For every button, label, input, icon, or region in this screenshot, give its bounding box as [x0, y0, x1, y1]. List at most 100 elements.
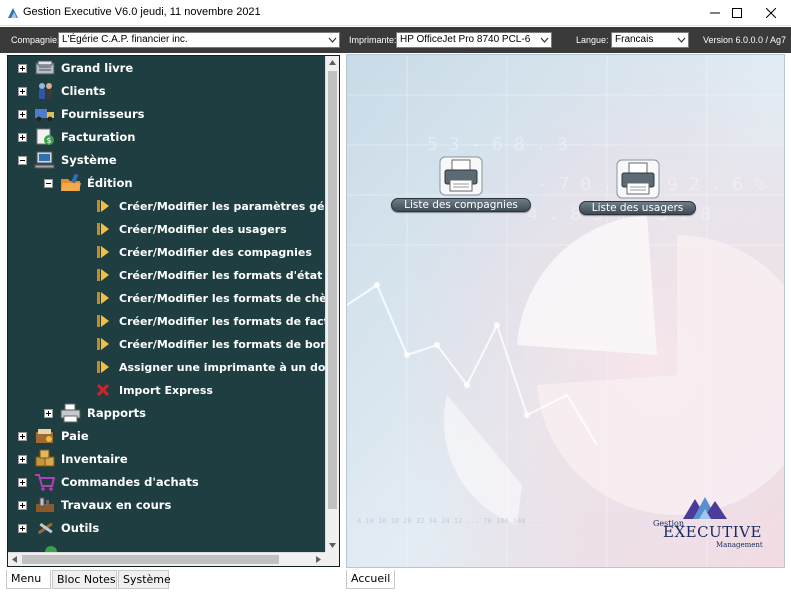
- mountain-logo-icon: [683, 497, 727, 519]
- tree-item-inventaire[interactable]: Inventaire: [18, 448, 128, 470]
- background-chart-art: - 7 0 . 5 - 9 2 . 6 % 4 . 8 5 % 9 9 . 8 …: [347, 55, 784, 567]
- scroll-right-button[interactable]: [312, 553, 325, 566]
- expand-plus-icon[interactable]: [18, 500, 27, 510]
- expand-plus-icon[interactable]: [44, 408, 53, 418]
- tree-item-import-express[interactable]: Import Express: [91, 379, 213, 401]
- tab-systeme[interactable]: Système: [118, 570, 171, 589]
- expand-plus-icon[interactable]: [18, 132, 27, 142]
- scroll-left-button[interactable]: [8, 553, 21, 566]
- maximize-icon: [732, 8, 742, 18]
- collapse-minus-icon[interactable]: [18, 155, 27, 165]
- tree-item-label: Assigner une imprimante à un document: [119, 360, 339, 374]
- tab-accueil[interactable]: Accueil: [346, 570, 395, 589]
- tree-item-label: Import Express: [119, 383, 213, 397]
- tree-item-rapports[interactable]: Rapports: [44, 402, 146, 424]
- window-title: Gestion Executive V6.0 jeudi, 11 novembr…: [23, 6, 261, 18]
- company-select[interactable]: L'Égérie C.A.P. financier inc.: [58, 32, 340, 48]
- menu-tree: Grand livre Clients Fournisseurs $ Factu…: [7, 55, 340, 567]
- tree-horizontal-scrollbar[interactable]: [8, 552, 325, 566]
- companies-list-button[interactable]: Liste des compagnies: [391, 198, 531, 212]
- tree-item-travaux-en-cours[interactable]: Travaux en cours: [18, 494, 171, 516]
- expand-plus-icon[interactable]: [18, 454, 27, 464]
- tree-item-paie[interactable]: Paie: [18, 425, 89, 447]
- language-label: Langue:: [576, 35, 609, 45]
- arrow-icon: [91, 333, 115, 355]
- chevron-down-icon: [677, 37, 686, 43]
- company-select-value: L'Égérie C.A.P. financier inc.: [62, 34, 188, 45]
- language-select[interactable]: Francais: [611, 32, 689, 48]
- arrow-icon: [91, 195, 115, 217]
- computer-icon: [33, 149, 57, 171]
- scroll-up-button[interactable]: [326, 56, 339, 69]
- tree-item-label: Créer/Modifier des compagnies: [119, 245, 312, 259]
- tab-bloc-notes[interactable]: Bloc Notes: [52, 570, 117, 589]
- tree-item-fournisseurs[interactable]: Fournisseurs: [18, 103, 144, 125]
- tree-item-label: Outils: [61, 521, 100, 535]
- work-icon: [33, 494, 57, 516]
- companies-list-shortcut[interactable]: Liste des compagnies: [391, 155, 533, 213]
- users-list-shortcut[interactable]: Liste des usagers: [579, 158, 697, 216]
- close-button[interactable]: [749, 0, 791, 26]
- printer-label: Imprimante:: [349, 35, 397, 45]
- tree-item-label: Créer/Modifier les formats de bon d'acha…: [119, 337, 339, 351]
- tree-item-label: Créer/Modifier les formats d'état de com…: [119, 268, 339, 282]
- tree-item-label: Facturation: [61, 130, 136, 144]
- vertical-scroll-thumb[interactable]: [328, 71, 337, 509]
- arrow-icon: [91, 356, 115, 378]
- tree-item-clients[interactable]: Clients: [18, 80, 106, 102]
- company-label: Compagnie:: [11, 35, 60, 45]
- expand-plus-icon[interactable]: [18, 63, 27, 73]
- chevron-down-icon: [328, 37, 337, 43]
- cart-icon: [33, 471, 57, 493]
- chevron-left-icon: [12, 556, 17, 563]
- red-x-icon: [91, 379, 115, 401]
- expand-plus-icon[interactable]: [18, 109, 27, 119]
- tree-item-label: Fournisseurs: [61, 107, 145, 121]
- tree-item-formats-cheque[interactable]: Créer/Modifier les formats de chèque fou…: [91, 287, 339, 309]
- users-list-button[interactable]: Liste des usagers: [579, 201, 696, 215]
- tree-item-systeme[interactable]: Système: [18, 149, 117, 171]
- collapse-minus-icon[interactable]: [44, 178, 53, 188]
- version-text: Version 6.0.0.0 / Ag7: [703, 35, 787, 45]
- printer-select-value: HP OfficeJet Pro 8740 PCL-6: [400, 34, 531, 45]
- tab-menu[interactable]: Menu: [6, 570, 51, 589]
- tree-item-compagnies[interactable]: Créer/Modifier des compagnies: [91, 241, 312, 263]
- tree-item-grand-livre[interactable]: Grand livre: [18, 57, 133, 79]
- tree-item-label: Travaux en cours: [61, 498, 172, 512]
- tree-item-label: Créer/Modifier les formats de chèque fou…: [119, 291, 339, 305]
- printer-icon: [616, 159, 660, 199]
- tree-item-label: Créer/Modifier les formats de factures/c…: [119, 314, 339, 328]
- tree-item-parametres-generaux[interactable]: Créer/Modifier les paramètres généraux: [91, 195, 339, 217]
- tree-item-label: Grand livre: [61, 61, 134, 75]
- svg-text:5 3 - 6 8 . 3: 5 3 - 6 8 . 3: [427, 134, 568, 155]
- tree-item-formats-bon-achat[interactable]: Créer/Modifier les formats de bon d'acha…: [91, 333, 339, 355]
- scroll-down-button[interactable]: [326, 539, 339, 552]
- expand-plus-icon[interactable]: [18, 86, 27, 96]
- clients-icon: [33, 80, 57, 102]
- tree-item-edition[interactable]: Édition: [44, 172, 133, 194]
- printer-select[interactable]: HP OfficeJet Pro 8740 PCL-6: [396, 32, 552, 48]
- tree-item-label: Édition: [87, 176, 133, 190]
- ledger-icon: [33, 57, 57, 79]
- tree-item-formats-etat[interactable]: Créer/Modifier les formats d'état de com…: [91, 264, 339, 286]
- tree-item-outils[interactable]: Outils: [18, 517, 99, 539]
- expand-plus-icon[interactable]: [18, 431, 27, 441]
- tree-item-label: Créer/Modifier les paramètres généraux: [119, 199, 339, 213]
- tree-item-assigner-imprimante[interactable]: Assigner une imprimante à un document: [91, 356, 339, 378]
- chevron-right-icon: [316, 556, 321, 563]
- tree-item-label: Paie: [61, 429, 89, 443]
- tree-item-commandes-achats[interactable]: Commandes d'achats: [18, 471, 199, 493]
- arrow-icon: [91, 241, 115, 263]
- expand-plus-icon[interactable]: [18, 523, 27, 533]
- chevron-down-icon: [540, 37, 549, 43]
- tree-vertical-scrollbar[interactable]: [325, 56, 339, 552]
- tree-item-formats-factures[interactable]: Créer/Modifier les formats de factures/c…: [91, 310, 339, 332]
- horizontal-scroll-thumb[interactable]: [22, 555, 279, 564]
- scroll-corner: [325, 552, 339, 566]
- tree-item-facturation[interactable]: $ Facturation: [18, 126, 135, 148]
- tree-item-usagers[interactable]: Créer/Modifier des usagers: [91, 218, 287, 240]
- tree-item-label: Créer/Modifier des usagers: [119, 222, 287, 236]
- expand-plus-icon[interactable]: [18, 477, 27, 487]
- svg-text:4 10 16 18 26 32 34 24 12 ...: 4 10 16 18 26 32 34 24 12 ... 78 106 148…: [357, 517, 542, 525]
- folder-icon: [59, 172, 83, 194]
